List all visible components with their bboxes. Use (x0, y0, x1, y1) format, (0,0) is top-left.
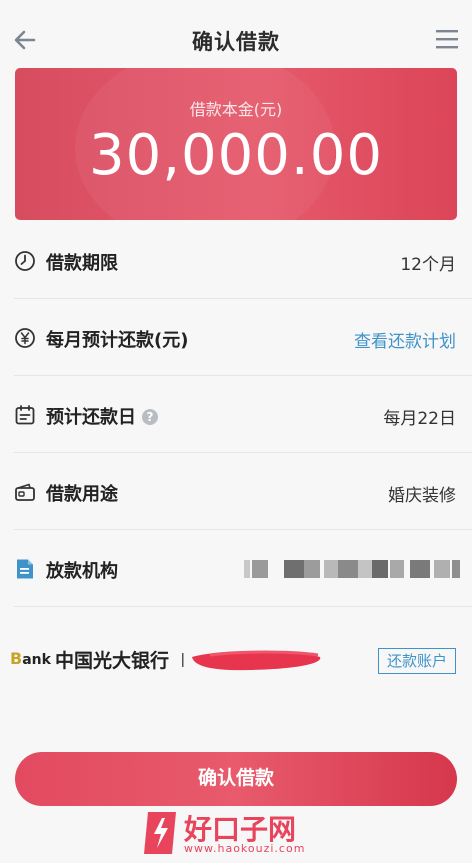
principal-amount: 30,000.00 (88, 123, 383, 188)
watermark-logo-icon (144, 812, 176, 854)
app-header: 确认借款 (0, 0, 472, 70)
row-label: 放款机构 (46, 561, 118, 582)
repay-account-tag[interactable]: 还款账户 (378, 648, 456, 674)
yen-circle-icon (15, 328, 35, 348)
calendar-icon (15, 405, 35, 425)
loan-term-value: 12个月 (400, 255, 456, 275)
bank-account-row: Bank 中国光大银行 还款账户 (0, 605, 472, 705)
repayment-day-value: 每月22日 (383, 409, 456, 429)
row-label: 借款用途 (46, 484, 118, 505)
loan-purpose-value: 婚庆装修 (388, 486, 456, 506)
clock-icon (15, 251, 35, 271)
row-loan-term: 借款期限 12个月 (14, 222, 472, 299)
document-icon (17, 559, 33, 579)
menu-icon[interactable] (434, 26, 460, 52)
watermark-url: www.haokouzi.com (184, 842, 306, 855)
row-label-text: 预计还款日 (46, 407, 136, 428)
site-watermark: 好口子网 www.haokouzi.com (140, 806, 340, 861)
loan-amount-card: 借款本金(元) 30,000.00 (15, 68, 457, 220)
row-label: 借款期限 (46, 253, 118, 274)
row-lending-institution: 放款机构 (14, 530, 472, 607)
row-label: 预计还款日? (46, 403, 158, 429)
principal-label: 借款本金(元) (189, 100, 283, 119)
confirm-loan-button[interactable]: 确认借款 (15, 752, 457, 806)
institution-name-redacted (244, 558, 464, 580)
help-icon[interactable]: ? (142, 409, 158, 425)
row-loan-purpose: 借款用途 婚庆装修 (14, 453, 472, 530)
wallet-icon (15, 483, 35, 501)
row-monthly-repayment: 每月预计还款(元) 查看还款计划 (14, 299, 472, 376)
bank-logo-icon: Bank (10, 649, 51, 668)
page-title: 确认借款 (192, 30, 280, 54)
bank-name: 中国光大银行 (55, 650, 170, 672)
row-label: 每月预计还款(元) (46, 330, 189, 351)
account-number-redacted (182, 650, 321, 671)
bank-logo-text: ank (22, 652, 51, 668)
bank-logo-prefix: B (10, 649, 23, 668)
view-repayment-plan-link[interactable]: 查看还款计划 (354, 327, 456, 352)
loan-detail-list: 借款期限 12个月 每月预计还款(元) 查看还款计划 预计还款日? 每月22日 … (0, 222, 472, 607)
row-repayment-day: 预计还款日? 每月22日 (14, 376, 472, 453)
